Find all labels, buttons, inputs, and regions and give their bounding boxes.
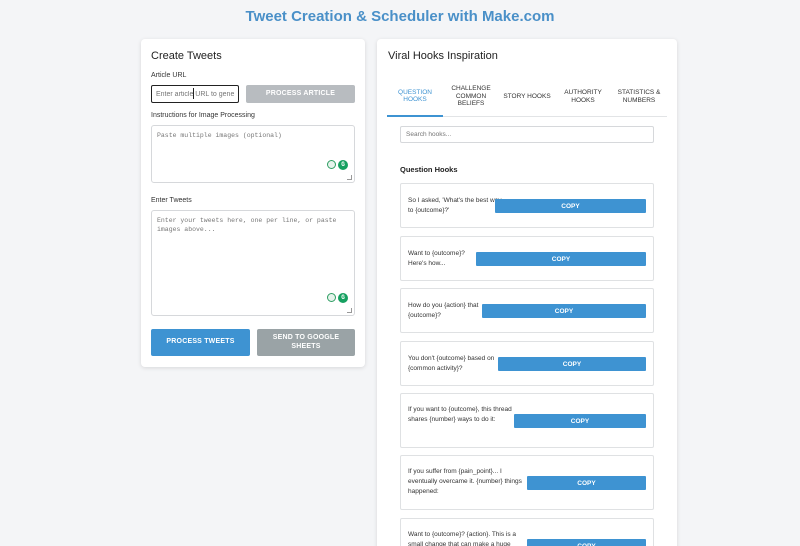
article-url-input[interactable] — [151, 85, 239, 103]
tab-story-hooks[interactable]: STORY HOOKS — [499, 77, 555, 116]
hook-item: You don't {outcome} based on {common act… — [400, 341, 654, 386]
copy-button[interactable]: COPY — [514, 414, 646, 428]
tweets-placeholder: Enter your tweets here, one per line, or… — [157, 217, 337, 234]
resize-handle-icon[interactable] — [347, 308, 352, 313]
panel-title: Create Tweets — [151, 50, 222, 62]
text-cursor-icon — [193, 88, 194, 99]
copy-button[interactable]: COPY — [476, 252, 646, 266]
hook-item: So I asked, 'What's the best way to {out… — [400, 183, 654, 228]
send-to-google-sheets-button[interactable]: SEND TO GOOGLE SHEETS — [257, 329, 355, 356]
grammarly-icon[interactable]: G — [338, 160, 348, 170]
section-heading: Question Hooks — [400, 165, 458, 174]
hook-text: Want to {outcome}? {action}. This is a s… — [408, 531, 517, 546]
image-instructions-label: Instructions for Image Processing — [151, 112, 255, 119]
process-tweets-button[interactable]: PROCESS TWEETS — [151, 329, 250, 356]
image-instructions-textarea[interactable]: Paste multiple images (optional) G — [151, 125, 355, 183]
hook-item: If you suffer from {pain_point}... I eve… — [400, 455, 654, 510]
resize-handle-icon[interactable] — [347, 175, 352, 180]
hook-item: Want to {outcome}? Here's how... COPY — [400, 236, 654, 281]
tab-statistics-numbers[interactable]: STATISTICS & NUMBERS — [611, 77, 667, 116]
lightbulb-icon[interactable] — [327, 293, 336, 302]
hook-item: If you want to {outcome}, this thread sh… — [400, 393, 654, 448]
image-instructions-placeholder: Paste multiple images (optional) — [157, 132, 282, 139]
copy-button[interactable]: COPY — [482, 304, 646, 318]
grammarly-icon[interactable]: G — [338, 293, 348, 303]
hook-category-tabs: QUESTION HOOKS CHALLENGE COMMON BELIEFS … — [387, 77, 667, 117]
tab-question-hooks[interactable]: QUESTION HOOKS — [387, 77, 443, 117]
tweets-label: Enter Tweets — [151, 197, 192, 204]
hook-text: If you want to {outcome}, this thread sh… — [408, 406, 512, 424]
tweets-textarea[interactable]: Enter your tweets here, one per line, or… — [151, 210, 355, 316]
app-title: Tweet Creation & Scheduler with Make.com — [245, 8, 555, 25]
hook-text: If you suffer from {pain_point}... I eve… — [408, 468, 522, 496]
viral-hooks-panel: Viral Hooks Inspiration QUESTION HOOKS C… — [377, 39, 677, 546]
tab-challenge-common-beliefs[interactable]: CHALLENGE COMMON BELIEFS — [443, 77, 499, 116]
hook-text: Want to {outcome}? Here's how... — [408, 250, 465, 268]
lightbulb-icon[interactable] — [327, 160, 336, 169]
hook-item: Want to {outcome}? {action}. This is a s… — [400, 518, 654, 546]
search-hooks-input[interactable] — [400, 126, 654, 143]
copy-button[interactable]: COPY — [495, 199, 646, 213]
hook-item: How do you {action} that {outcome}? COPY — [400, 288, 654, 333]
copy-button[interactable]: COPY — [527, 539, 646, 546]
process-article-button[interactable]: PROCESS ARTICLE — [246, 85, 355, 103]
article-url-label: Article URL — [151, 72, 187, 79]
create-tweets-panel: Create Tweets Article URL PROCESS ARTICL… — [141, 39, 365, 367]
panel-title: Viral Hooks Inspiration — [388, 50, 498, 62]
copy-button[interactable]: COPY — [527, 476, 646, 490]
hook-text: So I asked, 'What's the best way to {out… — [408, 197, 502, 215]
copy-button[interactable]: COPY — [498, 357, 646, 371]
tab-authority-hooks[interactable]: AUTHORITY HOOKS — [555, 77, 611, 116]
hook-text: How do you {action} that {outcome}? — [408, 302, 479, 320]
hook-text: You don't {outcome} based on {common act… — [408, 355, 495, 373]
